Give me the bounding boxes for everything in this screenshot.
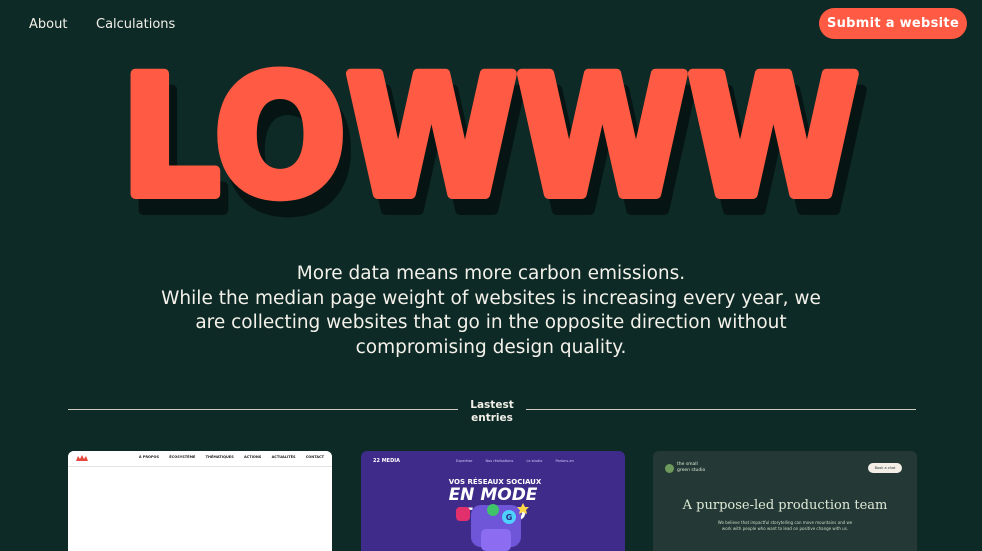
tagline-line-2: While the median page weight of websites…: [161, 287, 821, 309]
lowww-logo-text: LOWWW: [121, 48, 859, 233]
card-text-line-2: work with people who want to lead on pos…: [721, 526, 849, 531]
tagline-line-3: are collecting websites that go in the o…: [195, 312, 787, 333]
latest-entries-divider: Lastest entries: [68, 398, 916, 426]
tagline: More data means more carbon emissions. W…: [120, 262, 862, 360]
latest-entries-heading-line-1: Lastest: [470, 399, 514, 411]
menu-item: THÉMATIQUES: [205, 455, 234, 459]
site-logo-icon: [76, 455, 88, 461]
card-title: A purpose-led production team: [682, 498, 888, 513]
divider-line-right: [526, 409, 916, 410]
card-text: We believe that impactful storytelling c…: [693, 520, 877, 532]
nav-about-link[interactable]: About: [29, 17, 67, 32]
card-site-brand: the small green studio: [677, 462, 705, 473]
lowww-logo[interactable]: LOWWW LOWWW: [0, 48, 982, 238]
entry-card[interactable]: the small green studio Book a chat A pur…: [653, 451, 917, 551]
top-nav: About Calculations Submit a website: [0, 0, 982, 48]
social-icons-illustration: G: [456, 503, 529, 551]
menu-item: ACTIONS: [243, 455, 262, 459]
nav-item: Parlons-en: [555, 459, 574, 463]
card-site-menu: À PROPOS ÉCOSYSTÈME THÉMATIQUES ACTIONS …: [130, 455, 324, 459]
nav-item: Le studio: [526, 459, 543, 463]
site-logo-text: 22 MEDIA: [373, 458, 400, 464]
latest-entries-heading: Lastest entries: [461, 399, 523, 425]
menu-item: CONTACT: [305, 455, 324, 459]
tagline-line-4: compromising design quality.: [355, 336, 627, 358]
divider-line-left: [68, 409, 458, 410]
menu-item: À PROPOS: [138, 455, 160, 459]
card-site-nav: Expertise Nos réalisations Le studio Par…: [456, 459, 586, 463]
submit-website-button[interactable]: Submit a website: [819, 8, 967, 39]
entry-card[interactable]: À PROPOS ÉCOSYSTÈME THÉMATIQUES ACTIONS …: [68, 451, 332, 551]
card-site-header: À PROPOS ÉCOSYSTÈME THÉMATIQUES ACTIONS …: [68, 451, 332, 467]
entry-card[interactable]: 22 MEDIA Expertise Nos réalisations Le s…: [361, 451, 625, 551]
menu-item: ÉCOSYSTÈME: [169, 455, 196, 459]
nav-item: Nos réalisations: [485, 459, 514, 463]
nav-calculations-link[interactable]: Calculations: [96, 17, 175, 32]
nav-item: Expertise: [456, 459, 473, 463]
svg-text:G: G: [506, 513, 513, 522]
card-site-logo: 22 MEDIA: [373, 458, 400, 464]
leaf-icon: [665, 464, 674, 473]
latest-entries-heading-line-2: entries: [471, 412, 513, 424]
tagline-line-1: More data means more carbon emissions.: [296, 263, 686, 284]
brand-line-2: green studio: [677, 467, 706, 473]
menu-item: ACTUALITÉS: [271, 455, 296, 459]
card-book-chat-button: Book a chat: [868, 463, 902, 473]
